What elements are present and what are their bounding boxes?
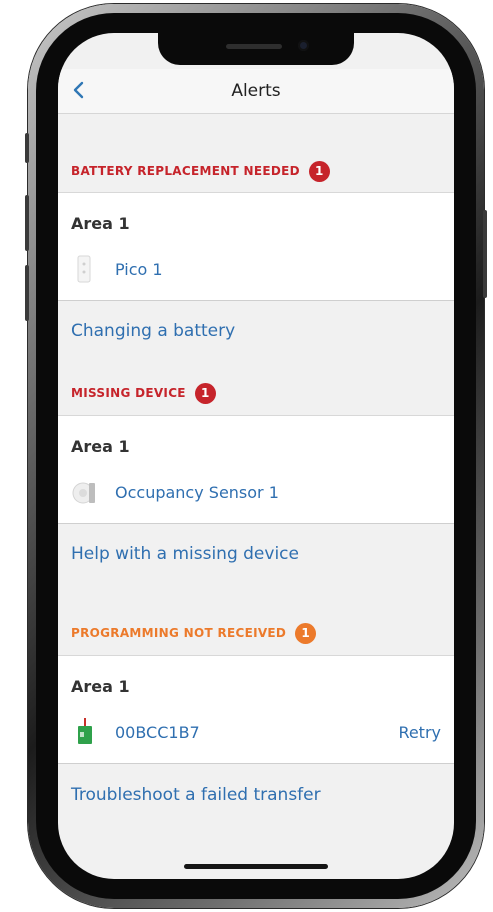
front-camera [298, 40, 309, 51]
screen: Alerts BATTERY REPLACEMENT NEEDED 1 Area… [58, 33, 454, 879]
help-link-missing[interactable]: Help with a missing device [71, 544, 299, 564]
area-label: Area 1 [71, 437, 130, 456]
alert-card-programming: Area 1 00BCC1B7 Retry [58, 655, 454, 764]
area-label: Area 1 [71, 677, 130, 696]
section-heading-programming: PROGRAMMING NOT RECEIVED 1 [71, 621, 317, 645]
volume-up-button [25, 195, 29, 251]
section-heading-text: MISSING DEVICE [71, 386, 186, 400]
device-row-occupancy[interactable]: Occupancy Sensor 1 [71, 477, 441, 507]
home-indicator[interactable] [184, 864, 328, 869]
alert-card-battery: Area 1 Pico 1 [58, 192, 454, 301]
area-label: Area 1 [71, 214, 130, 233]
count-badge: 1 [194, 382, 216, 404]
section-heading-text: BATTERY REPLACEMENT NEEDED [71, 164, 300, 178]
device-row-pico[interactable]: Pico 1 [71, 254, 441, 284]
mute-switch [25, 133, 29, 163]
page-title: Alerts [231, 81, 281, 101]
section-heading-missing: MISSING DEVICE 1 [71, 381, 216, 405]
alert-card-missing: Area 1 Occupancy Sensor 1 [58, 415, 454, 524]
pico-remote-icon [71, 254, 99, 284]
notch [158, 33, 354, 65]
module-icon [71, 717, 99, 747]
count-badge: 1 [308, 160, 330, 182]
volume-down-button [25, 265, 29, 321]
section-heading-battery: BATTERY REPLACEMENT NEEDED 1 [71, 159, 330, 183]
section-heading-text: PROGRAMMING NOT RECEIVED [71, 626, 287, 640]
device-link[interactable]: Pico 1 [115, 260, 441, 279]
device-link[interactable]: 00BCC1B7 [115, 723, 398, 742]
help-link-programming[interactable]: Troubleshoot a failed transfer [71, 785, 321, 805]
speaker [226, 44, 282, 49]
occupancy-sensor-icon [71, 477, 99, 507]
retry-button[interactable]: Retry [398, 723, 441, 742]
count-badge: 1 [295, 622, 317, 644]
help-link-battery[interactable]: Changing a battery [71, 321, 235, 341]
power-button [483, 210, 487, 298]
nav-header: Alerts [58, 69, 454, 114]
device-link[interactable]: Occupancy Sensor 1 [115, 483, 441, 502]
device-row-module[interactable]: 00BCC1B7 Retry [71, 717, 441, 747]
